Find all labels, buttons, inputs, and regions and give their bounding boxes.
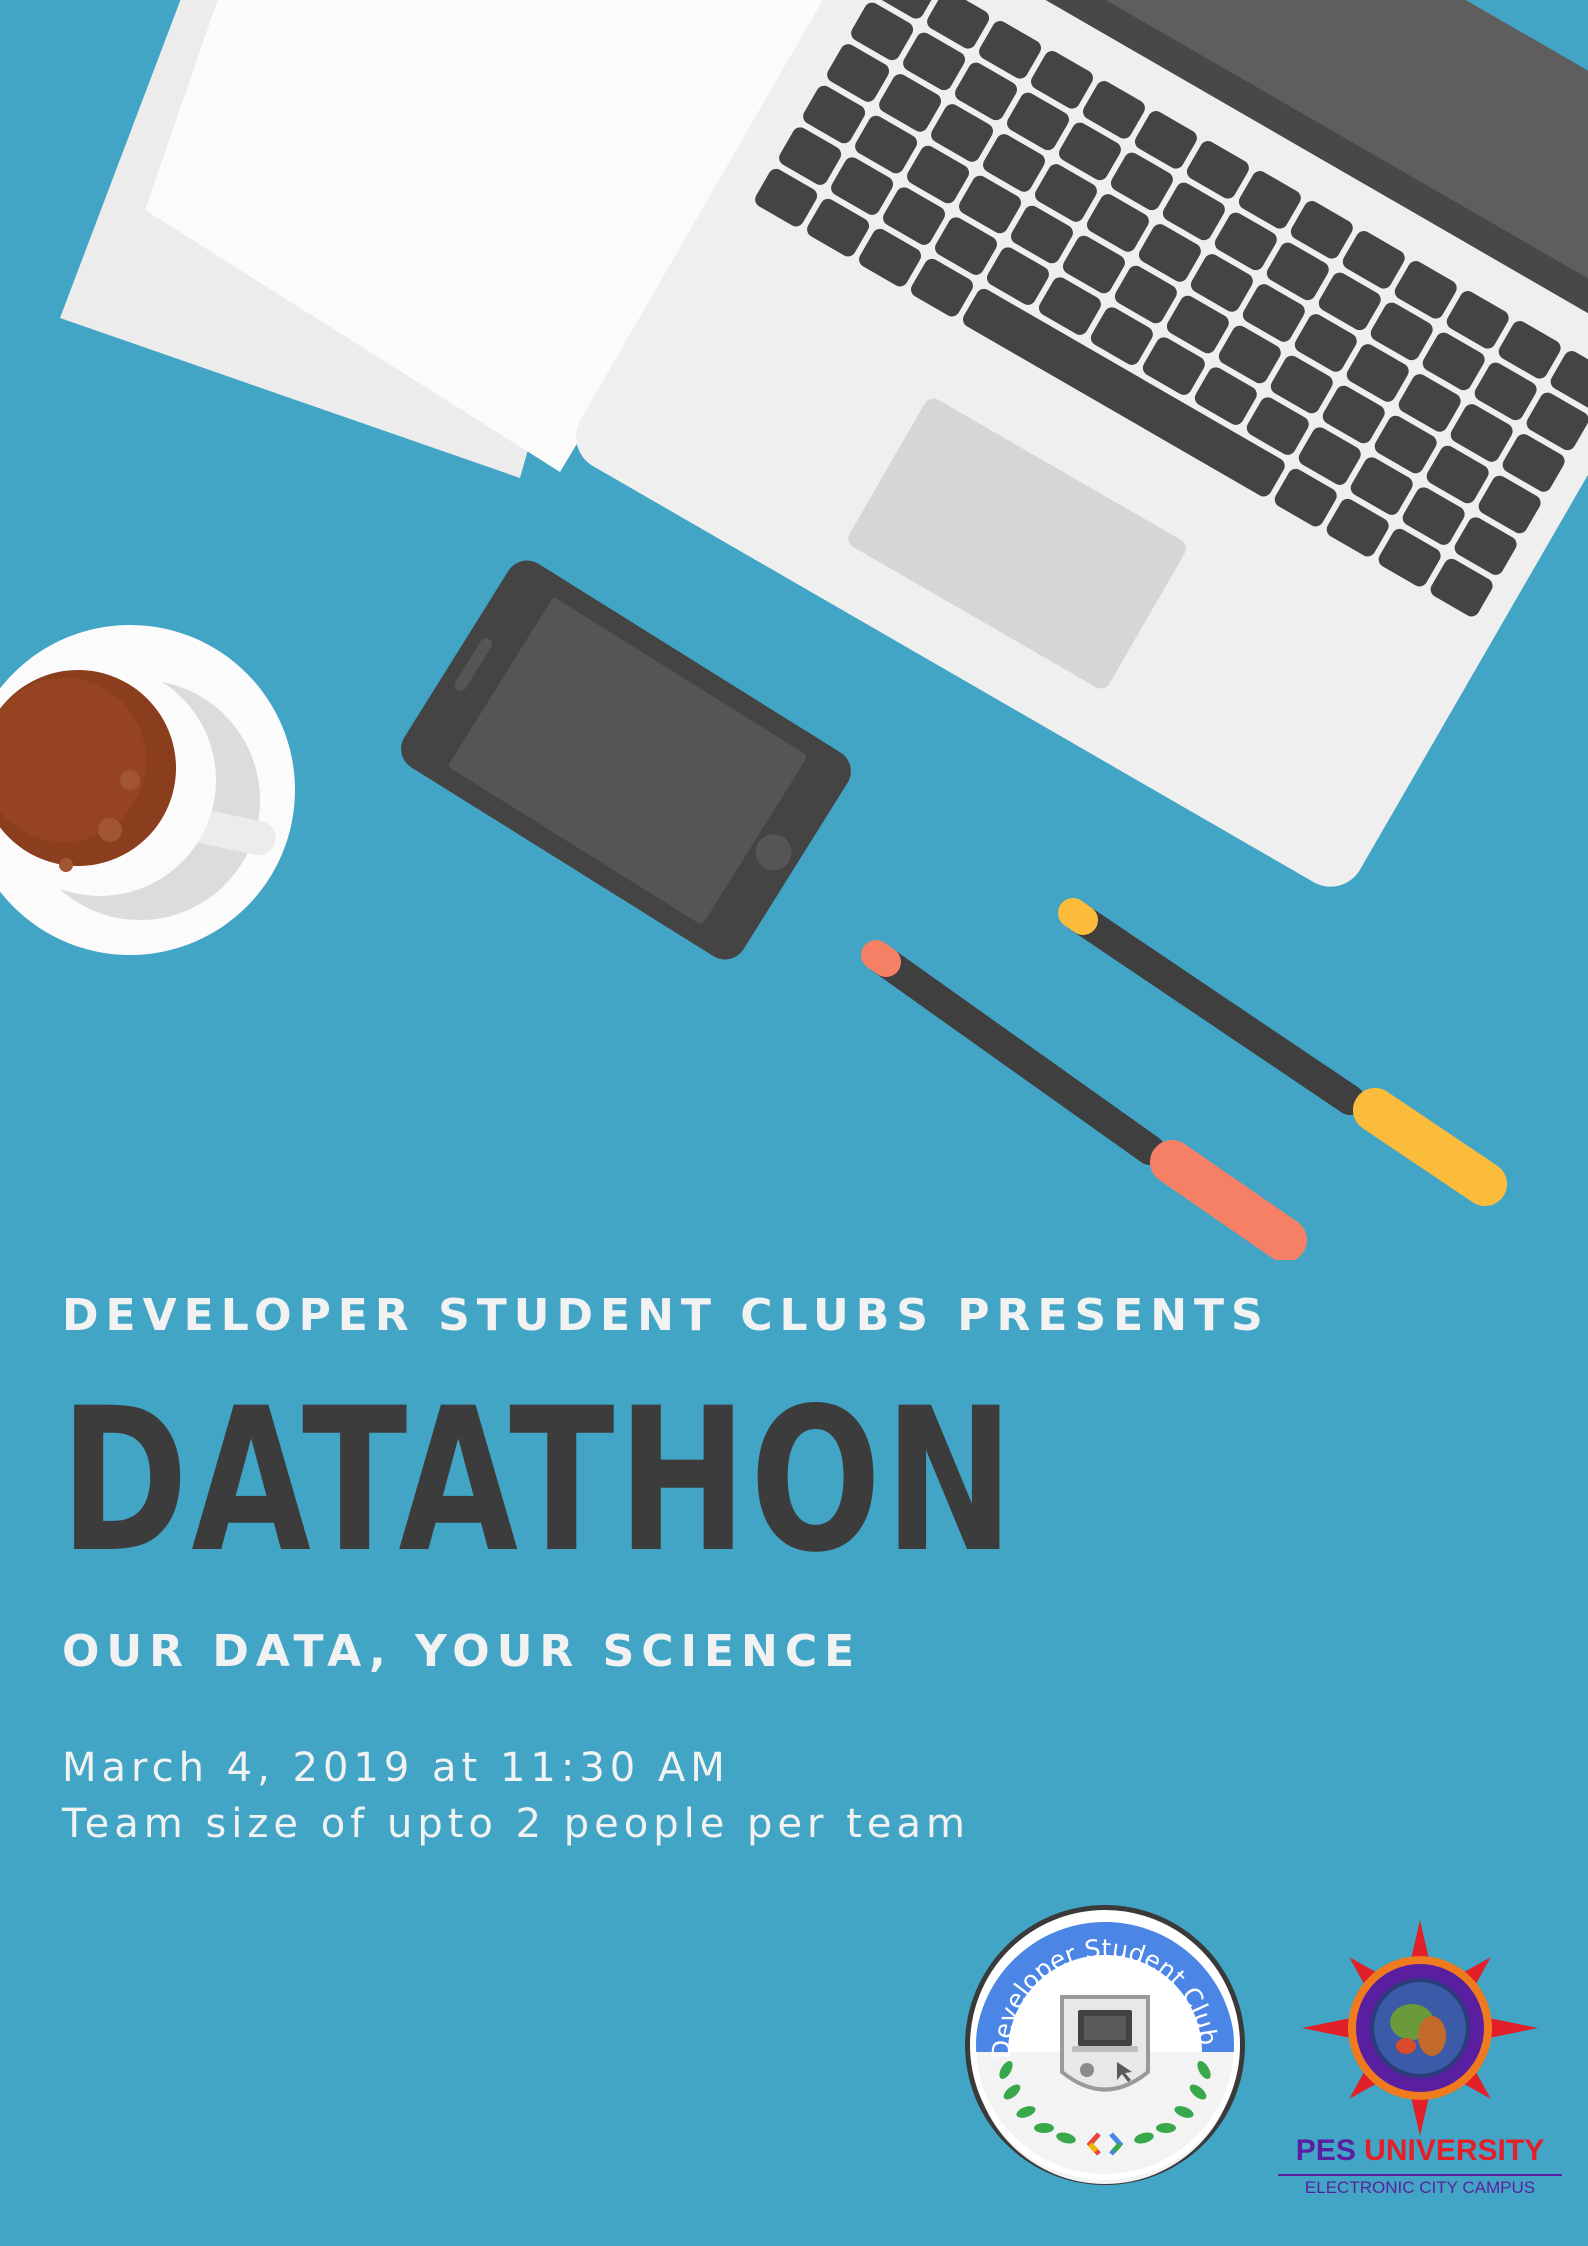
poster: DEVELOPER STUDENT CLUBS PRESENTS DATATHO… [0,0,1588,2246]
event-title: DATATHON [60,1365,1017,1596]
event-team-size: Team size of upto 2 people per team [62,1801,970,1847]
pes-university-name: PES UNIVERSITY [1278,2134,1562,2168]
smartphone-icon [401,560,851,960]
dsc-logo-icon: Developer Student Clubs [962,1902,1245,2185]
pes-campus-name: ELECTRONIC CITY CAMPUS [1278,2174,1562,2198]
event-date-time: March 4, 2019 at 11:30 AM [62,1745,730,1791]
pes-name-part1: PES [1295,2134,1356,2167]
coffee-cup-icon [0,625,295,955]
desk-illustration [0,0,1588,1260]
presenter-line: DEVELOPER STUDENT CLUBS PRESENTS [62,1290,1270,1341]
pes-name-part2: UNIVERSITY [1364,2134,1545,2167]
event-tagline: OUR DATA, YOUR SCIENCE [62,1626,862,1677]
